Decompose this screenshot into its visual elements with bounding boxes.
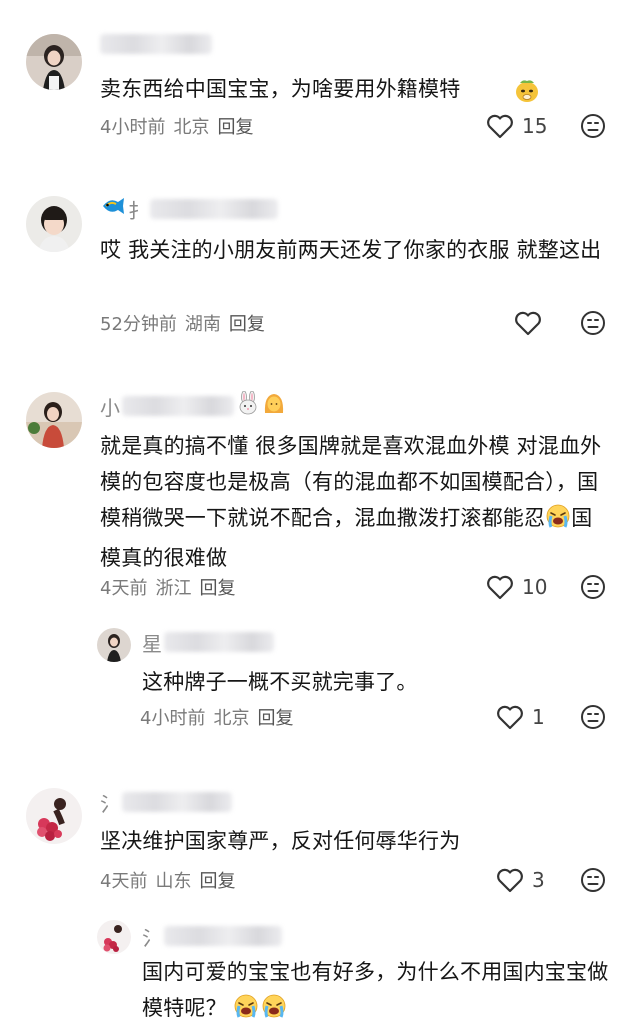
rabbit-emoji-icon [236, 390, 260, 421]
like-count: 15 [522, 114, 548, 138]
avatar[interactable] [97, 628, 131, 662]
like-button[interactable]: 10 [486, 572, 547, 602]
timestamp: 4天前 [100, 871, 148, 892]
location: 北京 [173, 117, 210, 138]
comment-text: 坚决维护国家尊严，反对任何辱华行为 [100, 829, 461, 853]
avatar[interactable] [97, 920, 131, 954]
dislike-face-icon[interactable] [580, 704, 606, 730]
reply-button[interactable]: 回复 [199, 867, 235, 893]
crying-emoji-icon [233, 993, 259, 1030]
comment-meta: 52分钟前 湖南 回复 [100, 310, 265, 336]
heart-outline-icon [497, 868, 523, 893]
username[interactable]: 星 [142, 630, 274, 656]
like-button[interactable] [514, 308, 542, 338]
username[interactable]: 扌 [100, 196, 278, 223]
avatar[interactable] [26, 392, 82, 448]
comment-text: 国内可爱的宝宝也有好多，为什么不用国内宝宝做模特呢？ [142, 954, 612, 1030]
like-count: 1 [532, 705, 545, 729]
comment-meta: 4天前 山东 回复 [100, 867, 235, 893]
avatar[interactable] [26, 34, 82, 90]
like-count: 10 [522, 575, 548, 599]
heart-outline-icon [515, 311, 541, 336]
like-button[interactable]: 1 [496, 702, 545, 732]
comment-text-part: 国内可爱的宝宝也有好多，为什么不用国内宝宝做模特呢？ [142, 960, 609, 1020]
comment-text: 就是真的搞不懂 很多国牌就是喜欢混血外模 对混血外模的包容度也是极高（有的混血都… [100, 428, 612, 576]
heart-outline-icon [487, 575, 513, 600]
smirk-emoji-icon [514, 77, 540, 107]
fish-emoji-icon [100, 196, 126, 222]
location: 湖南 [184, 314, 221, 335]
reply-button[interactable]: 回复 [217, 113, 253, 139]
comment-meta: 4小时前 北京 回复 [140, 704, 293, 730]
username-first-char: 小 [100, 395, 120, 420]
comment-meta: 4天前 浙江 回复 [100, 574, 235, 600]
timestamp: 52分钟前 [100, 314, 177, 335]
username[interactable]: 小 [100, 390, 286, 421]
dislike-face-icon[interactable] [580, 310, 606, 336]
dislike-face-icon[interactable] [580, 113, 606, 139]
dislike-face-icon[interactable] [580, 867, 606, 893]
heart-outline-icon [487, 114, 513, 139]
reply-button[interactable]: 回复 [257, 704, 293, 730]
crying-emoji-icon [545, 503, 571, 540]
timestamp: 4天前 [100, 578, 148, 599]
reply-button[interactable]: 回复 [199, 574, 235, 600]
like-count: 3 [532, 868, 545, 892]
comment-text: 卖东西给中国宝宝，为啥要用外籍模特 [100, 77, 461, 101]
comment-text: 哎 我关注的小朋友前两天还发了你家的衣服 就整这出 [100, 238, 602, 262]
username[interactable] [100, 32, 212, 56]
username-first-char: 星 [142, 631, 162, 656]
comment-text: 这种牌子一概不买就完事了。 [142, 670, 418, 694]
location: 浙江 [155, 578, 192, 599]
location: 北京 [213, 708, 250, 729]
reply-button[interactable]: 回复 [229, 310, 265, 336]
location: 山东 [155, 871, 192, 892]
crying-emoji-icon [261, 993, 287, 1030]
comment-meta: 4小时前 北京 回复 [100, 113, 253, 139]
heart-outline-icon [497, 705, 523, 730]
like-button[interactable]: 15 [486, 111, 547, 141]
avatar[interactable] [26, 196, 82, 252]
comment-item: 卖东西给中国宝宝，为啥要用外籍模特 4小时前 北京 回复 15 [0, 0, 640, 160]
dislike-face-icon[interactable] [580, 574, 606, 600]
like-button[interactable]: 3 [496, 865, 545, 895]
timestamp: 4小时前 [140, 708, 206, 729]
comment-text-part: 就是真的搞不懂 很多国牌就是喜欢混血外模 对混血外模的包容度也是极高（有的混血都… [100, 434, 602, 530]
timestamp: 4小时前 [100, 117, 166, 138]
username[interactable]: 氵 [142, 924, 282, 950]
girl-emoji-icon [262, 391, 286, 421]
avatar[interactable] [26, 788, 82, 844]
username[interactable]: 氵 [100, 790, 232, 816]
